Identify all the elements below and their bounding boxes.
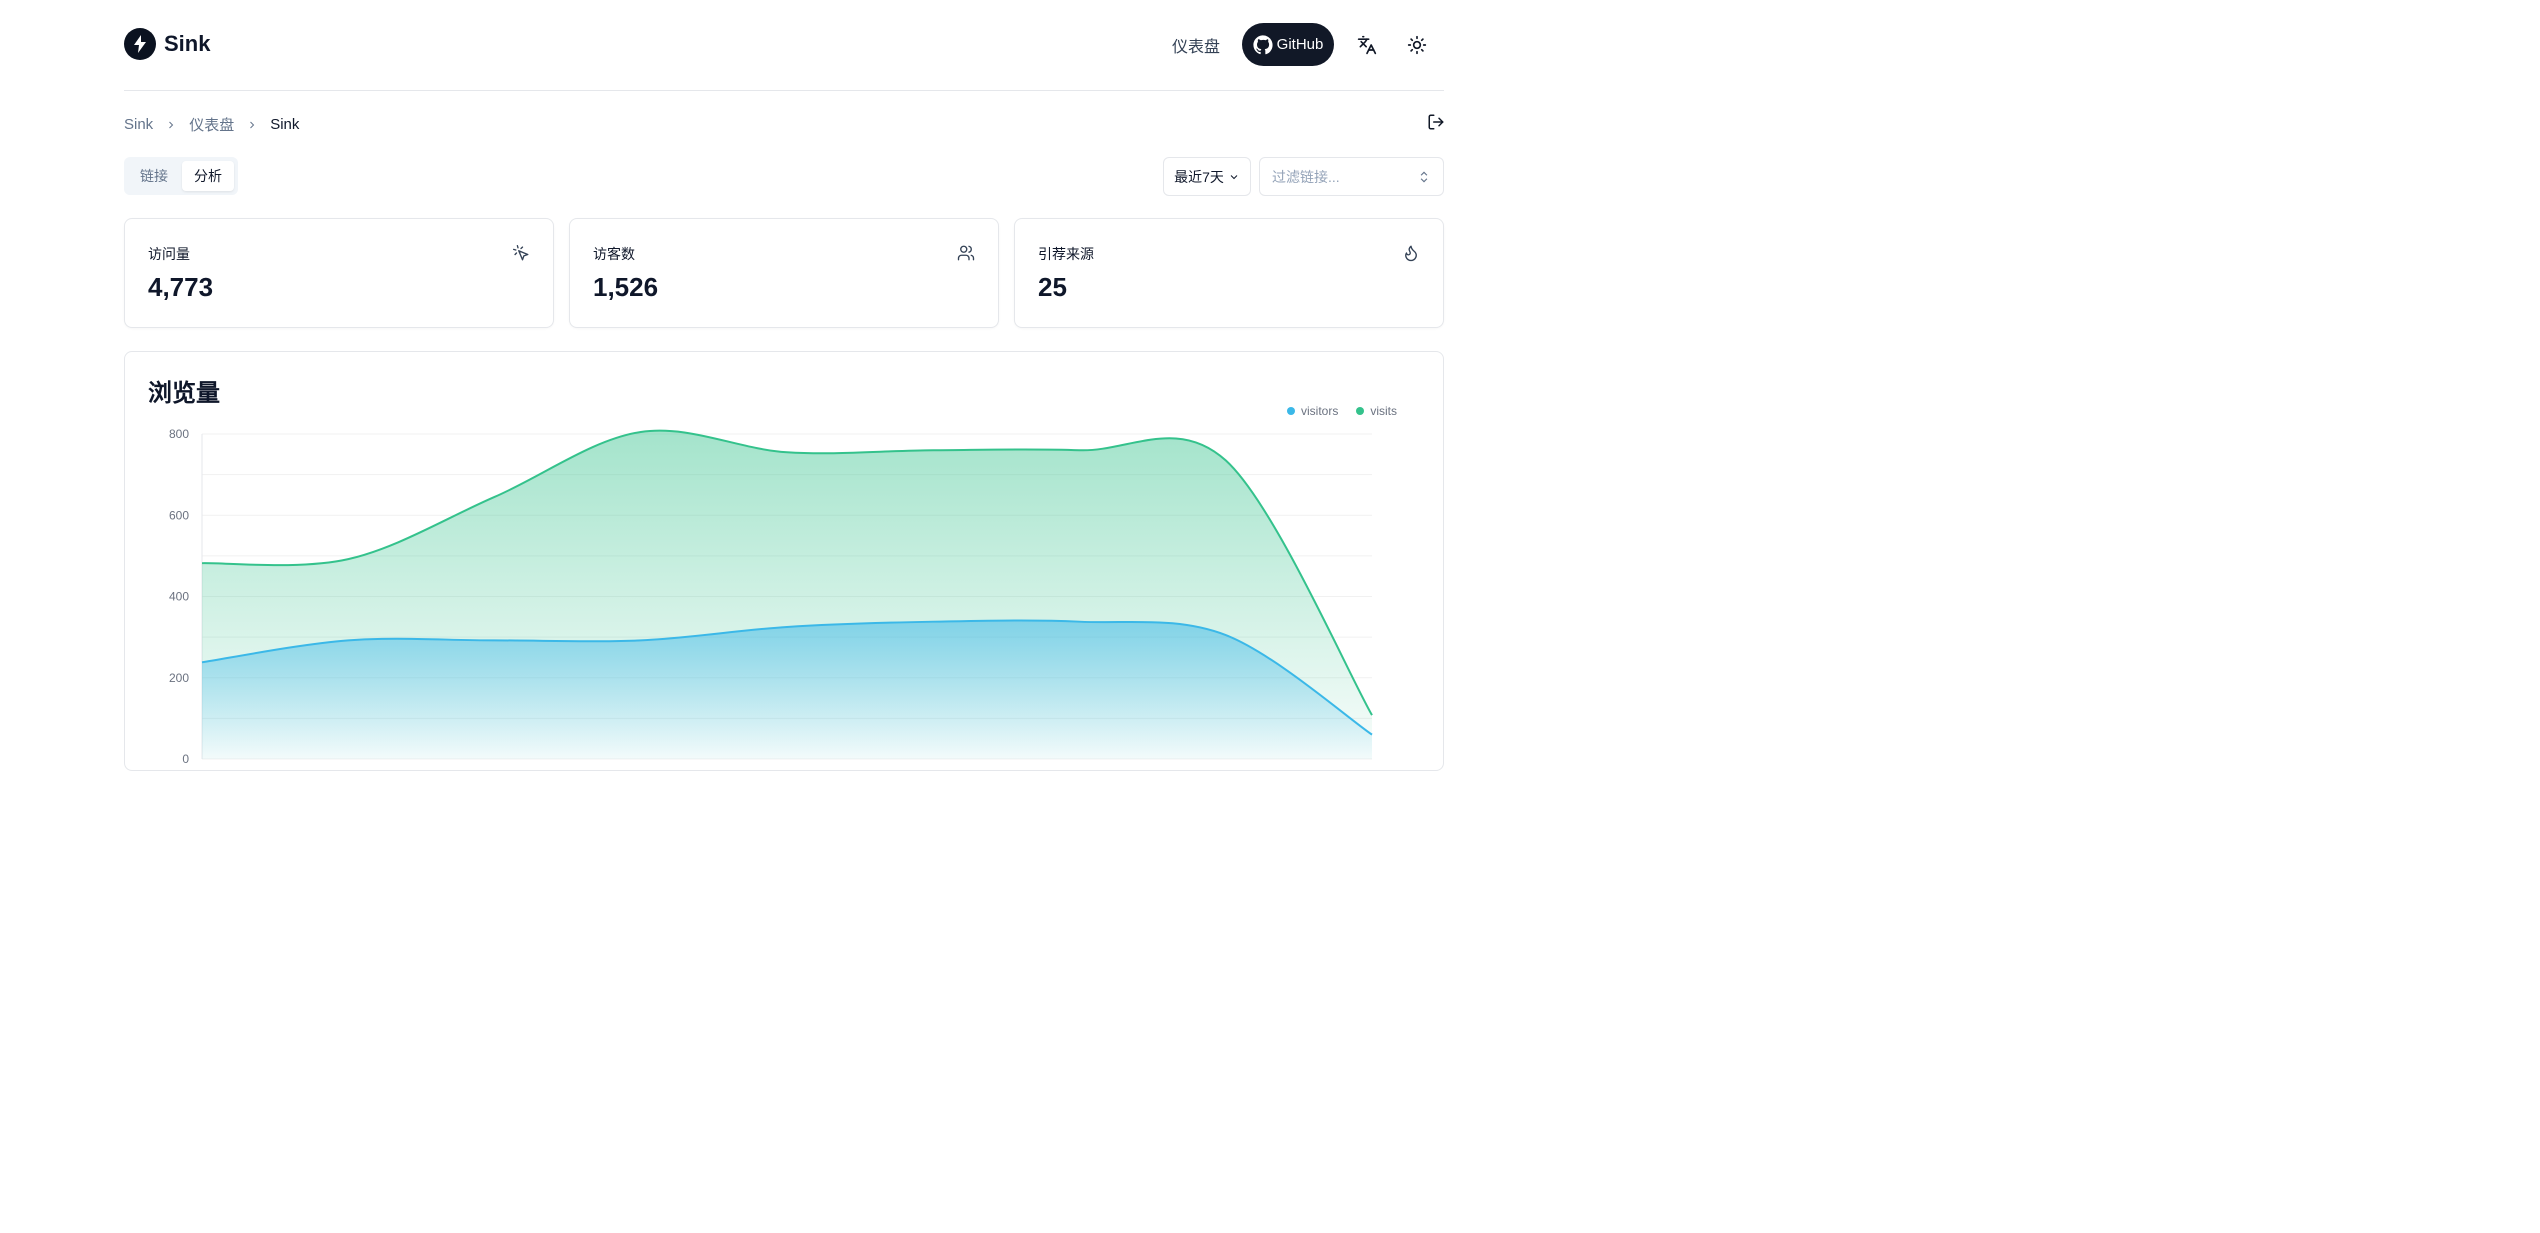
y-tick-label: 200 xyxy=(169,671,189,685)
tab-analysis[interactable]: 分析 xyxy=(182,161,234,191)
github-button[interactable]: GitHub xyxy=(1242,23,1335,66)
stat-card-visits: 访问量 4,773 xyxy=(124,218,554,328)
series-area-visitors xyxy=(202,620,1372,759)
stat-value: 4,773 xyxy=(148,272,214,302)
github-icon xyxy=(1253,34,1273,54)
breadcrumb-item-sink[interactable]: Sink xyxy=(124,116,153,133)
header-divider xyxy=(124,90,1444,91)
y-tick-label: 0 xyxy=(182,752,189,766)
stat-label: 访问量 xyxy=(148,246,190,262)
language-button[interactable] xyxy=(1347,25,1387,65)
mouse-pointer-click-icon xyxy=(512,244,529,261)
languages-icon xyxy=(1357,35,1377,54)
brand-name: Sink xyxy=(164,31,211,56)
chevron-right-icon xyxy=(165,119,177,131)
stat-card-visitors: 访客数 1,526 xyxy=(569,218,999,328)
time-range-value: 最近7天 xyxy=(1174,168,1224,185)
link-filter-combobox[interactable]: 过滤链接... xyxy=(1259,157,1444,196)
lightning-logo-icon xyxy=(124,28,156,60)
tab-links[interactable]: 链接 xyxy=(128,161,180,191)
breadcrumb-current: Sink xyxy=(270,116,300,133)
stat-label: 引荐来源 xyxy=(1038,246,1094,262)
theme-toggle-button[interactable] xyxy=(1397,25,1437,65)
y-tick-label: 400 xyxy=(169,590,189,604)
chevron-right-icon xyxy=(246,119,258,131)
top-header: Sink 仪表盘 GitHub xyxy=(0,0,1562,91)
users-icon xyxy=(957,245,975,261)
y-tick-label: 800 xyxy=(169,427,189,441)
link-filter-placeholder: 过滤链接... xyxy=(1272,168,1340,185)
view-tabs: 链接 分析 xyxy=(124,157,238,195)
brand[interactable]: Sink xyxy=(124,28,210,60)
breadcrumb-item-dashboard[interactable]: 仪表盘 xyxy=(189,114,234,135)
nav-dashboard-link[interactable]: 仪表盘 xyxy=(1172,33,1220,57)
area-chart: 800 600 400 200 0 xyxy=(169,427,1373,766)
pageviews-chart-card: 浏览量 visitors visits 800 600 400 200 0 xyxy=(124,351,1444,771)
y-tick-label: 600 xyxy=(169,508,189,522)
log-out-icon xyxy=(1428,114,1444,130)
chevrons-up-down-icon xyxy=(1420,171,1428,182)
stat-value: 1,526 xyxy=(593,272,659,302)
logout-button[interactable] xyxy=(1424,110,1448,134)
breadcrumb: Sink 仪表盘 Sink xyxy=(124,114,299,135)
stat-card-referrers: 引荐来源 25 xyxy=(1014,218,1444,328)
nav-right: 仪表盘 GitHub xyxy=(1172,23,1437,66)
github-label: GitHub xyxy=(1276,36,1324,53)
flame-icon xyxy=(1405,245,1417,262)
stat-label: 访客数 xyxy=(593,246,635,262)
stat-value: 25 xyxy=(1038,272,1067,302)
sun-icon xyxy=(1407,35,1427,54)
chevron-down-icon xyxy=(1230,174,1238,179)
time-range-select[interactable]: 最近7天 xyxy=(1163,157,1251,196)
